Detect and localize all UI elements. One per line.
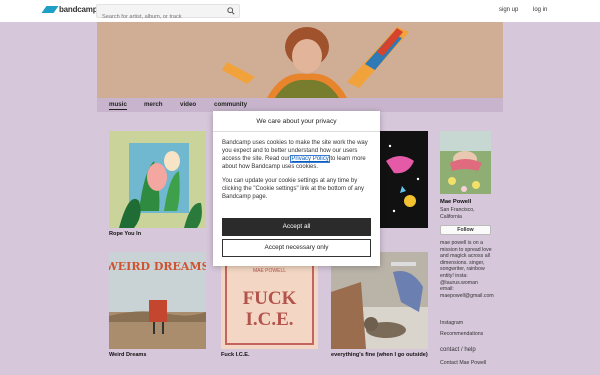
album-cover[interactable]: WEIRD DREAMS [109,252,206,349]
album-title[interactable]: Fuck I.C.E. [221,352,318,359]
search-box [96,4,240,23]
cookie-consent-dialog: We care about your privacy Bandcamp uses… [213,111,380,266]
bandcamp-logo[interactable]: bandcamp [41,5,98,14]
album-cover[interactable] [331,252,428,349]
cookie-dialog-title: We care about your privacy [213,111,380,132]
logo-text: bandcamp [59,5,98,14]
search-icon[interactable] [227,7,235,15]
svg-text:I.C.E.: I.C.E. [245,309,293,330]
accept-necessary-button[interactable]: Accept necessary only [222,239,371,257]
artist-nav: music merch video community [97,98,503,112]
album-title[interactable]: Weird Dreams [109,352,206,359]
album-cover[interactable]: MAE POWELL FUCK I.C.E. [221,252,318,349]
recommendations-link[interactable]: Recommendations [440,331,483,338]
album-item[interactable]: Rope You In [109,131,206,238]
svg-text:MAE POWELL: MAE POWELL [253,268,286,274]
instagram-link[interactable]: Instagram [440,320,463,327]
svg-text:FUCK: FUCK [243,288,297,309]
album-item[interactable] [380,131,428,231]
follow-button[interactable]: Follow [440,225,491,235]
artist-name: Mae Powell [440,199,472,205]
login-link[interactable]: log in [533,7,547,13]
artist-photo [440,131,491,194]
weird-dreams-cover-text: WEIRD DREAMS [109,260,206,273]
album-title[interactable]: Rope You In [109,231,206,238]
signup-link[interactable]: sign up [499,7,518,13]
privacy-policy-link[interactable]: Privacy Policy [290,155,330,163]
nav-video[interactable]: video [180,101,196,108]
nav-music[interactable]: music [109,101,127,110]
banner-image [97,22,503,98]
album-item[interactable]: WEIRD DREAMS Weird Dreams [109,252,206,359]
album-title[interactable]: everything's fine (when I go outside) [331,352,428,359]
album-item[interactable]: everything's fine (when I go outside) [331,252,428,359]
nav-community[interactable]: community [214,101,247,108]
album-cover[interactable] [109,131,206,228]
cookie-dialog-text-1: Bandcamp uses cookies to make the site w… [222,140,368,170]
cookie-dialog-body: Bandcamp uses cookies to make the site w… [213,132,380,201]
artist-bio: mae powell is on a mission to spread lov… [440,240,494,299]
contact-help-heading: contact / help [440,347,476,353]
nav-merch[interactable]: merch [144,101,163,108]
contact-artist-link[interactable]: Contact Mae Powell [440,360,486,367]
top-bar: bandcamp sign up log in [0,0,600,23]
album-item[interactable]: MAE POWELL FUCK I.C.E. Fuck I.C.E. [221,252,318,359]
accept-all-button[interactable]: Accept all [222,218,371,236]
album-cover[interactable] [380,131,428,228]
artist-location: San Francisco, California [440,207,475,220]
cookie-dialog-text-2: You can update your cookie settings at a… [222,178,364,200]
bandcamp-logo-icon [41,6,59,13]
artist-banner [97,22,503,98]
